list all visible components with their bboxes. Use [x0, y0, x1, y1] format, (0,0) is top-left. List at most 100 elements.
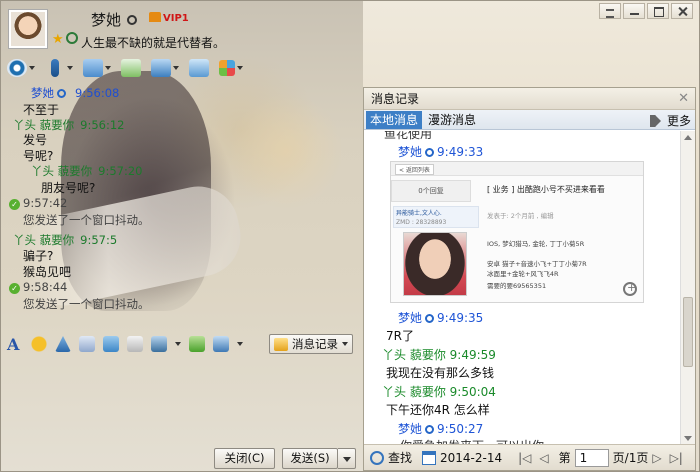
- send-button[interactable]: 发送(S): [282, 448, 338, 469]
- prev-page-icon[interactable]: ◁: [539, 451, 548, 465]
- send-options-button[interactable]: [338, 448, 356, 469]
- message-text: 下午还你4R 怎么样: [386, 403, 490, 417]
- message-history-button[interactable]: 消息记录: [269, 334, 353, 354]
- message-history-panel: 消息记录 ✕ 本地消息 漫游消息 更多 鱼花使用 梦她 9:49:33 < 返回列…: [363, 87, 696, 471]
- message-time: 9:56:08: [75, 86, 120, 100]
- minimize-button[interactable]: [623, 3, 645, 19]
- more-button[interactable]: 更多: [649, 112, 691, 129]
- sender-name: 丫头 藐要你: [13, 118, 75, 132]
- first-page-icon[interactable]: |◁: [518, 451, 531, 465]
- crown-icon: [149, 12, 161, 22]
- chevron-down-icon[interactable]: [237, 342, 243, 346]
- voice-message-icon[interactable]: [103, 336, 119, 352]
- sender-name: 梦她: [31, 86, 54, 100]
- message-text: 发号: [23, 133, 48, 147]
- close-icon[interactable]: ✕: [678, 91, 689, 107]
- next-page-icon[interactable]: ▷: [652, 451, 661, 465]
- screenshot-icon[interactable]: [213, 336, 229, 352]
- apps-button[interactable]: [217, 57, 245, 79]
- status-icon: [425, 148, 435, 157]
- handwriting-icon[interactable]: [127, 336, 143, 352]
- chat-window: 梦她 VIP1 ★ 人生最不缺的就是代替者。 梦她 9:56:08 不至于 丫头 …: [0, 0, 700, 472]
- message-time: 9:56:12: [80, 118, 125, 132]
- sender-name: 丫头 藐要你: [382, 348, 446, 362]
- history-button-label: 消息记录: [292, 337, 338, 351]
- magic-expression-icon[interactable]: [79, 336, 95, 352]
- folder-icon: [83, 59, 103, 77]
- maximize-button[interactable]: [647, 3, 669, 19]
- chevron-down-icon: [105, 66, 111, 70]
- window-controls: [599, 3, 693, 19]
- message-header: 梦她 9:49:35: [398, 309, 483, 326]
- history-footer: 查找 2014-2-14 |◁ ◁ 第 1 页/1页 ▷ ▷|: [364, 444, 695, 470]
- font-icon[interactable]: A: [7, 335, 23, 354]
- sender-name: 丫头 藐要你: [31, 164, 93, 178]
- contact-nickname: 梦她: [91, 11, 122, 29]
- message-header: 梦她 9:50:27: [398, 420, 483, 437]
- sender-name: 梦她: [398, 311, 423, 325]
- calendar-icon[interactable]: [422, 450, 437, 465]
- screenshot-user: 异能骑士,文人心. ZMD : 28328893: [393, 206, 479, 228]
- message-input[interactable]: [1, 359, 363, 445]
- chevron-down-icon[interactable]: [175, 342, 181, 346]
- page-input[interactable]: 1: [574, 448, 609, 467]
- chat-panel: 梦她 VIP1 ★ 人生最不缺的就是代替者。 梦她 9:56:08 不至于 丫头 …: [1, 1, 363, 471]
- message-time: 9:49:35: [437, 311, 484, 325]
- send-image-icon[interactable]: [151, 336, 167, 352]
- screenshot-photo: [403, 232, 467, 296]
- message-text: 不至于: [23, 103, 60, 117]
- message-text: 号呢?: [23, 149, 54, 163]
- music-icon[interactable]: [189, 336, 205, 352]
- last-page-icon[interactable]: ▷|: [670, 451, 683, 465]
- message-time: 9:50:04: [449, 385, 496, 399]
- camera-icon: [7, 59, 27, 77]
- zoom-icon[interactable]: [623, 281, 637, 296]
- picture-icon: [189, 59, 209, 77]
- scroll-up-icon[interactable]: [684, 135, 692, 140]
- avatar[interactable]: [8, 9, 48, 49]
- chevron-down-icon: [173, 66, 179, 70]
- screenshot-line: 发表于: 2个月前 , 编辑: [487, 212, 554, 220]
- tab-local-messages[interactable]: 本地消息: [366, 110, 423, 129]
- scrollbar-thumb[interactable]: [683, 297, 693, 367]
- menu-button[interactable]: [599, 3, 621, 19]
- chevron-down-icon: [67, 66, 73, 70]
- history-icon: [274, 337, 288, 351]
- share-screen-button[interactable]: [187, 57, 211, 79]
- vip-badge[interactable]: VIP1: [149, 12, 189, 24]
- send-file-button[interactable]: [81, 57, 113, 79]
- window-shake-icon[interactable]: [55, 336, 71, 352]
- check-icon: ✓: [9, 199, 20, 210]
- chevron-down-icon: [342, 342, 348, 346]
- history-tabs: 本地消息 漫游消息 更多: [364, 110, 695, 130]
- page-prefix: 第: [558, 451, 571, 465]
- date-selector[interactable]: 2014-2-14: [440, 451, 502, 465]
- system-message: 您发送了一个窗口抖动。: [23, 213, 150, 227]
- more-label: 更多: [666, 114, 691, 128]
- system-message-time: ✓ 9:57:42: [9, 196, 67, 210]
- message-text: 猴岛见吧: [23, 265, 72, 279]
- close-window-button[interactable]: [671, 3, 693, 19]
- message-header: 丫头 藐要你 9:57:20: [31, 163, 143, 179]
- microphone-icon: [51, 59, 59, 77]
- top-toolbar: [5, 56, 245, 80]
- search-icon[interactable]: [370, 450, 384, 465]
- tab-roaming-messages[interactable]: 漫游消息: [422, 111, 482, 128]
- apps-icon: [219, 60, 235, 76]
- message-header: 梦她 9:56:08: [31, 85, 119, 101]
- video-call-button[interactable]: [5, 57, 37, 79]
- create-group-button[interactable]: [119, 57, 143, 79]
- online-status-icon: [127, 15, 137, 25]
- system-message: 您发送了一个窗口抖动。: [23, 297, 150, 311]
- close-button[interactable]: 关闭(C): [214, 448, 275, 469]
- shared-screenshot-image[interactable]: < 返回列表 0个回复 [ 业务 ] 出酷跑小号不买进来看看 异能骑士,文人心.…: [390, 161, 644, 303]
- message-header: 丫头 藐要你 9:49:59: [382, 346, 496, 363]
- emoji-icon[interactable]: [31, 336, 47, 352]
- message-header: 丫头 藐要你 9:50:04: [382, 383, 496, 400]
- find-button[interactable]: 查找: [388, 449, 412, 466]
- history-scrollbar[interactable]: [680, 131, 695, 445]
- remote-desktop-button[interactable]: [149, 57, 181, 79]
- voice-call-button[interactable]: [43, 57, 75, 79]
- status-icon: [425, 425, 435, 434]
- scroll-down-icon[interactable]: [684, 436, 692, 441]
